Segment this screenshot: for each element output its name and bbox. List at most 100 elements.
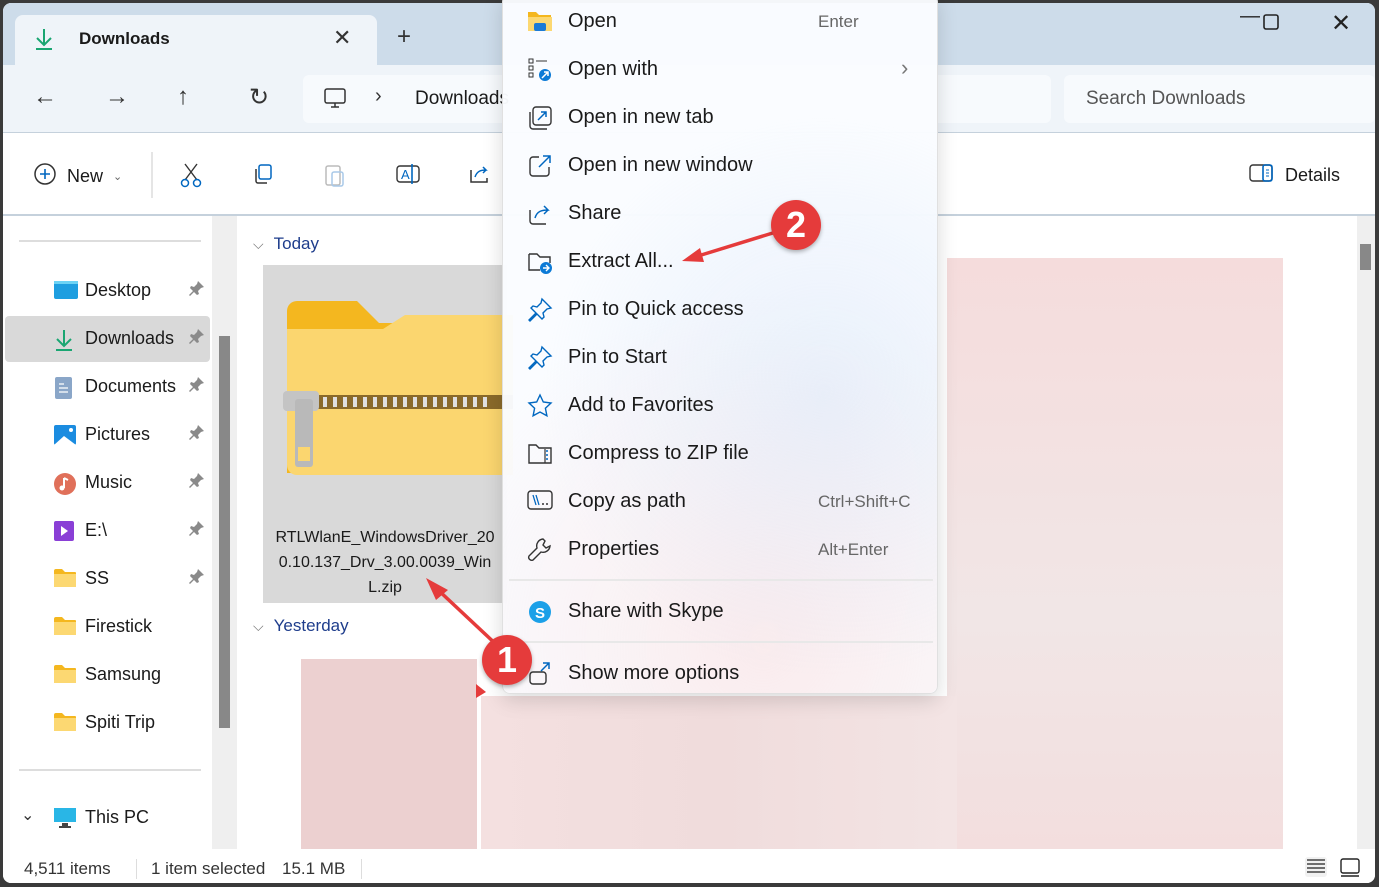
download-icon — [33, 27, 55, 56]
pin-icon[interactable] — [189, 568, 205, 588]
menu-item-add-to-favorites[interactable]: Add to Favorites — [509, 383, 933, 427]
open-with-icon — [527, 57, 553, 83]
sidebar-divider — [19, 769, 201, 771]
desktop-icon — [53, 280, 78, 302]
cut-icon[interactable] — [179, 162, 203, 193]
sidebar-item-label: This PC — [85, 807, 150, 827]
download-icon — [53, 328, 77, 351]
tab-downloads[interactable]: Downloads ✕ — [15, 15, 377, 65]
sidebar-item-samsung[interactable]: Samsung — [5, 652, 210, 698]
sidebar-item-label: E:\ — [85, 520, 108, 540]
file-item-selected[interactable]: RTLWlanE_WindowsDriver_20 0.10.137_Drv_3… — [263, 265, 513, 603]
pin-icon[interactable] — [189, 520, 205, 540]
selection-status: 1 item selected — [151, 859, 266, 878]
menu-item-label: Open in new window — [568, 154, 753, 176]
pin-icon[interactable] — [189, 328, 205, 348]
menu-item-shortcut: Enter — [818, 12, 859, 31]
pin-icon[interactable] — [189, 472, 205, 492]
details-label: Details — [1285, 165, 1341, 185]
sidebar-item-pictures[interactable]: Pictures — [5, 412, 210, 458]
menu-item-show-more-options[interactable]: Show more options — [509, 651, 933, 695]
sidebar-item-spiti-trip[interactable]: Spiti Trip — [5, 700, 210, 746]
new-tab-button[interactable]: + — [397, 23, 411, 51]
details-pane-button[interactable]: Details — [1249, 164, 1340, 187]
menu-item-label: Pin to Start — [568, 346, 667, 368]
chevron-down-icon[interactable]: ⌄ — [21, 805, 34, 825]
group-label: Today — [273, 234, 319, 253]
documents-icon — [53, 376, 77, 399]
folder-icon — [53, 712, 77, 734]
paste-icon[interactable] — [323, 162, 347, 193]
details-view-icon[interactable] — [1305, 857, 1327, 877]
sidebar-item-label: Music — [85, 472, 133, 492]
maximize-icon[interactable] — [1251, 13, 1291, 36]
refresh-icon[interactable]: ↻ — [249, 83, 269, 112]
group-header-yesterday[interactable]: ⌵ Yesterday — [253, 616, 349, 636]
up-arrow-icon[interactable]: ↑ — [177, 83, 189, 111]
scrollbar-thumb[interactable] — [1360, 244, 1371, 270]
menu-item-label: Copy as path — [568, 490, 686, 512]
zip-folder-icon — [283, 299, 513, 484]
back-arrow-icon[interactable]: ← — [33, 83, 57, 111]
menu-item-extract-all[interactable]: Extract All... — [509, 239, 933, 283]
menu-item-label: Open — [568, 10, 617, 32]
pin-icon[interactable] — [189, 376, 205, 396]
redacted-file-thumbnail — [947, 258, 1283, 854]
menu-item-open-with[interactable]: Open with › — [509, 47, 933, 91]
sidebar-item-label: Documents — [85, 376, 177, 396]
close-icon[interactable]: ✕ — [1321, 9, 1361, 38]
new-tab-icon — [527, 105, 553, 131]
copy-icon[interactable] — [251, 162, 275, 191]
breadcrumb-chevron-icon[interactable]: › — [375, 85, 382, 108]
forward-arrow-icon[interactable]: → — [105, 83, 129, 111]
sidebar-item-desktop[interactable]: Desktop — [5, 268, 210, 314]
redacted-file-thumbnail — [301, 659, 477, 859]
menu-item-open[interactable]: Open Enter — [509, 0, 933, 43]
menu-item-shortcut: Ctrl+Shift+C — [818, 492, 911, 511]
scrollbar-thumb[interactable] — [219, 336, 230, 728]
annotation-badge-1: 1 — [482, 635, 532, 685]
sidebar-item-this-pc[interactable]: ⌄ This PC — [5, 795, 210, 841]
chevron-right-icon: › — [901, 55, 909, 80]
menu-item-pin-to-start[interactable]: Pin to Start — [509, 335, 933, 379]
menu-item-label: Share — [568, 202, 622, 224]
file-name-line: L.zip — [368, 579, 402, 596]
group-header-today[interactable]: ⌵ Today — [253, 234, 319, 254]
extract-icon — [527, 249, 553, 275]
plus-circle-icon — [33, 162, 57, 191]
large-icons-view-icon[interactable] — [1340, 857, 1360, 882]
menu-item-share-with-skype[interactable]: S Share with Skype — [509, 589, 933, 633]
pin-icon[interactable] — [189, 424, 205, 444]
close-tab-icon[interactable]: ✕ — [333, 25, 351, 51]
share-icon[interactable] — [467, 162, 491, 191]
sidebar-item-music[interactable]: Music — [5, 460, 210, 506]
menu-item-share[interactable]: Share — [509, 191, 933, 235]
sidebar-item-ss[interactable]: SS — [5, 556, 210, 602]
tab-title: Downloads — [79, 29, 170, 48]
menu-item-pin-to-quick-access[interactable]: Pin to Quick access — [509, 287, 933, 331]
rename-icon[interactable]: A — [395, 162, 421, 191]
new-button[interactable]: New ⌄ — [33, 162, 122, 191]
sidebar-item-documents[interactable]: Documents — [5, 364, 210, 410]
sidebar-item-downloads[interactable]: Downloads — [5, 316, 210, 362]
menu-item-compress-to-zip-file[interactable]: Compress to ZIP file — [509, 431, 933, 475]
breadcrumb-downloads[interactable]: Downloads — [415, 88, 509, 110]
menu-item-open-in-new-tab[interactable]: Open in new tab — [509, 95, 933, 139]
sidebar-item-label: Pictures — [85, 424, 151, 444]
search-input[interactable]: Search Downloads — [1064, 75, 1375, 123]
sidebar-item-e[interactable]: E:\ — [5, 508, 210, 554]
sidebar-scrollbar[interactable] — [212, 216, 237, 849]
content-scrollbar[interactable] — [1357, 216, 1375, 849]
pin-icon[interactable] — [189, 280, 205, 300]
menu-item-label: Open in new tab — [568, 106, 714, 128]
file-name-line: RTLWlanE_WindowsDriver_20 — [275, 529, 495, 546]
menu-separator — [509, 641, 933, 643]
menu-separator — [509, 579, 933, 581]
wrench-icon — [527, 537, 553, 563]
sidebar-item-firestick[interactable]: Firestick — [5, 604, 210, 650]
selection-size: 15.1 MB — [282, 859, 346, 878]
menu-item-copy-as-path[interactable]: Copy as path Ctrl+Shift+C — [509, 479, 933, 523]
sidebar-item-label: Desktop — [85, 280, 152, 300]
menu-item-properties[interactable]: Properties Alt+Enter — [509, 527, 933, 571]
menu-item-open-in-new-window[interactable]: Open in new window — [509, 143, 933, 187]
